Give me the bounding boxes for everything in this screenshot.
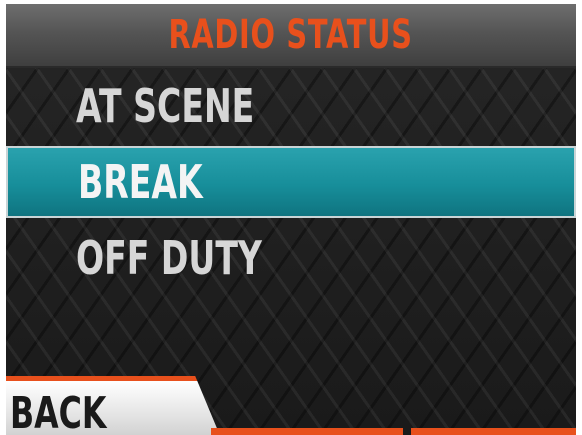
menu-item-off-duty[interactable]: OFF DUTY: [6, 222, 576, 294]
radio-screen: RADIO STATUS AT SCENE BREAK OFF DUTY BAC…: [6, 4, 576, 435]
page-title: RADIO STATUS: [168, 12, 414, 58]
device-bezel: [576, 0, 582, 435]
menu-item-break[interactable]: BREAK: [6, 146, 576, 218]
menu-item-at-scene[interactable]: AT SCENE: [6, 70, 576, 142]
back-softkey[interactable]: BACK: [6, 376, 221, 435]
title-bar: RADIO STATUS: [6, 4, 576, 68]
middle-softkey[interactable]: [211, 428, 403, 435]
menu-item-label: BREAK: [78, 155, 203, 209]
menu-item-label: OFF DUTY: [76, 231, 262, 285]
status-menu: AT SCENE BREAK OFF DUTY: [6, 70, 576, 298]
right-softkey[interactable]: [411, 428, 576, 435]
menu-item-label: AT SCENE: [76, 79, 255, 133]
back-softkey-label: BACK: [10, 388, 107, 435]
